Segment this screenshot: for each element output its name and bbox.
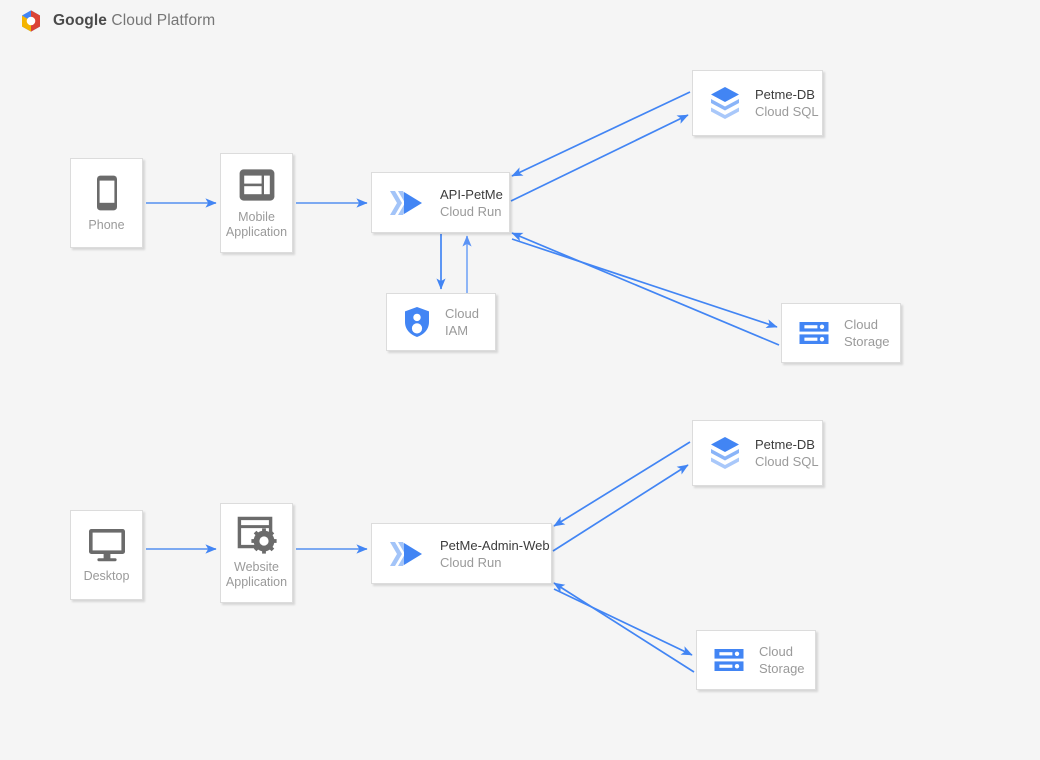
node-cloud-iam-text: Cloud IAM xyxy=(445,305,479,339)
node-cloud-storage-bottom[interactable]: Cloud Storage xyxy=(696,630,816,690)
node-cloud-storage-top-line2: Storage xyxy=(844,334,890,349)
edge-petme-admin-web-to-petme-db-bottom xyxy=(552,464,689,552)
cloud-run-icon xyxy=(388,187,426,219)
node-api-petme-title: API-PetMe xyxy=(440,186,503,202)
phone-icon xyxy=(92,174,122,212)
edge-petme-db-top-to-api-petme xyxy=(511,91,691,177)
node-phone-label: Phone xyxy=(88,217,125,232)
cloud-run-icon xyxy=(388,538,426,570)
edge-petme-db-bottom-to-petme-admin-web xyxy=(553,441,691,527)
node-petme-db-bottom-subtitle: Cloud SQL xyxy=(755,454,819,469)
mobile-application-line2: Application xyxy=(225,225,288,239)
node-api-petme[interactable]: API-PetMe Cloud Run xyxy=(371,172,510,233)
mobile-application-icon xyxy=(238,166,276,204)
node-petme-db-top-text: Petme-DB Cloud SQL xyxy=(755,86,819,120)
edge-api-petme-to-petme-db-top xyxy=(510,114,689,202)
node-petme-admin-web-subtitle: Cloud Run xyxy=(440,554,502,570)
node-cloud-storage-bottom-line1: Cloud xyxy=(759,644,793,659)
node-petme-db-top-subtitle: Cloud SQL xyxy=(755,104,819,119)
cloud-sql-icon xyxy=(709,435,741,471)
node-mobile-application-label: Mobile Application xyxy=(226,210,287,240)
node-petme-admin-web[interactable]: PetMe-Admin-Web Cloud Run xyxy=(371,523,552,584)
website-application-line2: Application xyxy=(225,575,288,589)
node-cloud-storage-top[interactable]: Cloud Storage xyxy=(781,303,901,363)
node-desktop-label: Desktop xyxy=(83,568,130,583)
website-application-icon xyxy=(237,516,277,554)
node-cloud-storage-top-text: Cloud Storage xyxy=(844,316,890,350)
cloud-iam-icon xyxy=(403,306,431,338)
desktop-icon xyxy=(87,527,127,563)
node-petme-db-bottom-title: Petme-DB xyxy=(755,437,815,452)
edge-cloud-storage-top-to-api-petme xyxy=(511,232,780,346)
node-cloud-storage-bottom-text: Cloud Storage xyxy=(759,643,805,677)
edge-cloud-storage-bottom-to-petme-admin-web xyxy=(553,582,695,673)
node-website-application-label: Website Application xyxy=(226,560,287,590)
node-cloud-iam-line1: Cloud xyxy=(445,306,479,321)
node-website-application[interactable]: Website Application xyxy=(220,503,293,603)
website-application-line1: Website xyxy=(234,560,279,574)
node-phone[interactable]: Phone xyxy=(70,158,143,248)
node-desktop[interactable]: Desktop xyxy=(70,510,143,600)
node-api-petme-subtitle: Cloud Run xyxy=(440,203,502,219)
node-petme-db-top-title: Petme-DB xyxy=(755,87,815,102)
node-petme-admin-web-text: PetMe-Admin-Web Cloud Run xyxy=(440,537,550,571)
node-petme-db-bottom[interactable]: Petme-DB Cloud SQL xyxy=(692,420,823,486)
cloud-sql-icon xyxy=(709,85,741,121)
node-petme-admin-web-title: PetMe-Admin-Web xyxy=(440,537,550,553)
edge-api-petme-to-cloud-storage-top xyxy=(511,238,778,329)
node-petme-db-top[interactable]: Petme-DB Cloud SQL xyxy=(692,70,823,136)
edge-petme-admin-web-to-cloud-storage-bottom xyxy=(553,588,693,656)
node-petme-db-bottom-text: Petme-DB Cloud SQL xyxy=(755,436,819,470)
node-cloud-iam[interactable]: Cloud IAM xyxy=(386,293,496,351)
cloud-storage-icon xyxy=(798,319,830,347)
node-mobile-application[interactable]: Mobile Application xyxy=(220,153,293,253)
architecture-diagram-canvas: Phone Mobile Application API-PetMe Cloud … xyxy=(0,0,1040,760)
mobile-application-line1: Mobile xyxy=(238,210,275,224)
node-cloud-storage-bottom-line2: Storage xyxy=(759,661,805,676)
diagram-edges xyxy=(146,91,780,673)
node-cloud-storage-top-line1: Cloud xyxy=(844,317,878,332)
node-cloud-iam-line2: IAM xyxy=(445,323,469,338)
node-api-petme-text: API-PetMe Cloud Run xyxy=(440,186,503,220)
cloud-storage-icon xyxy=(713,646,745,674)
